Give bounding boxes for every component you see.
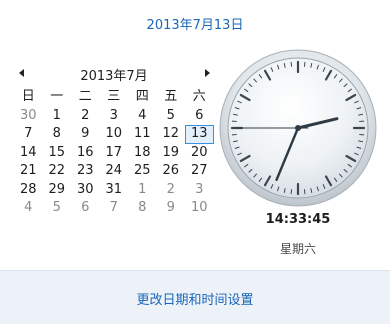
- chevron-right-icon: [205, 69, 210, 77]
- calendar-day[interactable]: 30: [71, 181, 100, 200]
- calendar-day[interactable]: 27: [185, 162, 214, 181]
- calendar-day[interactable]: 30: [14, 107, 43, 126]
- calendar-day[interactable]: 5: [157, 107, 186, 126]
- month-calendar: 2013年7月 日一二三四五六3012345678910111213141516…: [14, 60, 214, 218]
- calendar-navigation: 2013年7月: [14, 60, 214, 86]
- calendar-day[interactable]: 16: [71, 144, 100, 163]
- calendar-day[interactable]: 10: [185, 199, 214, 218]
- digital-time: 14:33:45: [238, 212, 358, 227]
- calendar-day[interactable]: 26: [157, 162, 186, 181]
- calendar-day[interactable]: 1: [128, 181, 157, 200]
- weekday-header: 二: [71, 88, 100, 107]
- calendar-grid: 日一二三四五六301234567891011121314151617181920…: [14, 88, 214, 218]
- calendar-day[interactable]: 15: [43, 144, 72, 163]
- calendar-day[interactable]: 9: [157, 199, 186, 218]
- calendar-day[interactable]: 25: [128, 162, 157, 181]
- settings-footer: 更改日期和时间设置: [0, 270, 390, 324]
- calendar-day[interactable]: 4: [128, 107, 157, 126]
- calendar-day[interactable]: 8: [128, 199, 157, 218]
- calendar-day[interactable]: 28: [14, 181, 43, 200]
- analog-clock: [218, 48, 378, 208]
- calendar-day-selected[interactable]: 13: [185, 125, 214, 144]
- calendar-day[interactable]: 23: [71, 162, 100, 181]
- calendar-day[interactable]: 6: [71, 199, 100, 218]
- weekday-header: 六: [185, 88, 214, 107]
- calendar-day[interactable]: 18: [128, 144, 157, 163]
- calendar-day[interactable]: 21: [14, 162, 43, 181]
- calendar-day[interactable]: 22: [43, 162, 72, 181]
- clock-face: [218, 48, 378, 208]
- calendar-day[interactable]: 24: [100, 162, 129, 181]
- calendar-day[interactable]: 4: [14, 199, 43, 218]
- weekday-header: 日: [14, 88, 43, 107]
- calendar-day[interactable]: 17: [100, 144, 129, 163]
- calendar-day[interactable]: 7: [14, 125, 43, 144]
- calendar-day[interactable]: 10: [100, 125, 129, 144]
- weekday-header: 五: [157, 88, 186, 107]
- calendar-day[interactable]: 19: [157, 144, 186, 163]
- calendar-day[interactable]: 2: [71, 107, 100, 126]
- change-date-time-settings-link[interactable]: 更改日期和时间设置: [0, 289, 390, 308]
- weekday-label: 星期六: [238, 240, 358, 257]
- calendar-day[interactable]: 14: [14, 144, 43, 163]
- weekday-header: 四: [128, 88, 157, 107]
- current-date-link[interactable]: 2013年7月13日: [0, 14, 390, 33]
- calendar-day[interactable]: 3: [100, 107, 129, 126]
- calendar-day[interactable]: 29: [43, 181, 72, 200]
- calendar-day[interactable]: 20: [185, 144, 214, 163]
- calendar-day[interactable]: 31: [100, 181, 129, 200]
- calendar-day[interactable]: 9: [71, 125, 100, 144]
- calendar-day[interactable]: 12: [157, 125, 186, 144]
- calendar-day[interactable]: 5: [43, 199, 72, 218]
- next-month-button[interactable]: [200, 66, 214, 80]
- calendar-day[interactable]: 7: [100, 199, 129, 218]
- calendar-day[interactable]: 2: [157, 181, 186, 200]
- calendar-day[interactable]: 3: [185, 181, 214, 200]
- month-title[interactable]: 2013年7月: [14, 65, 214, 84]
- calendar-day[interactable]: 6: [185, 107, 214, 126]
- weekday-header: 三: [100, 88, 129, 107]
- weekday-header: 一: [43, 88, 72, 107]
- date-time-flyout: 2013年7月13日 2013年7月 日一二三四五六30123456789101…: [0, 0, 390, 323]
- calendar-day[interactable]: 1: [43, 107, 72, 126]
- clock-hub: [295, 125, 301, 131]
- calendar-day[interactable]: 11: [128, 125, 157, 144]
- calendar-day[interactable]: 8: [43, 125, 72, 144]
